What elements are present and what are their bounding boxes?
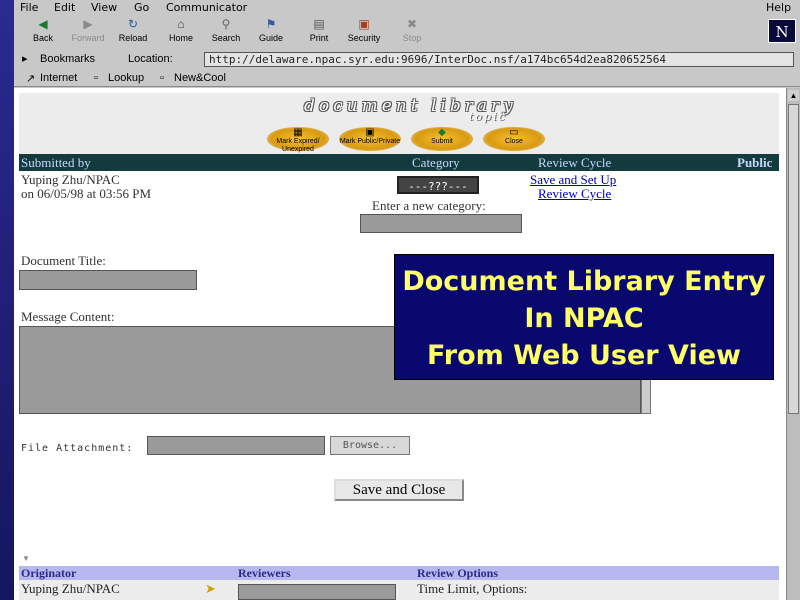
page-scrollbar[interactable]: ▲: [786, 88, 800, 600]
home-button[interactable]: ⌂ Home: [159, 17, 203, 49]
submit-button[interactable]: ◆ Submit: [411, 127, 473, 151]
reload-button[interactable]: ↻ Reload: [111, 17, 155, 49]
submit-icon: ◆: [438, 127, 446, 138]
menu-edit[interactable]: Edit: [54, 1, 75, 14]
close-icon: ▭: [509, 127, 519, 138]
forward-arrow-icon: ▶: [83, 17, 93, 31]
review-cycle-header: Review Cycle: [538, 155, 612, 170]
review-options-header: Review Options: [417, 566, 498, 580]
navigation-toolbar: ◀ Back ▶ Forward ↻ Reload ⌂ Home ⚲ Searc…: [14, 15, 800, 50]
review-options-value: Time Limit, Options:: [417, 581, 528, 596]
slide-caption-box: Document Library Entry In NPAC From Web …: [394, 254, 774, 380]
personal-toolbar: ↗ Internet ▫ Lookup ▫ New&Cool: [14, 69, 800, 87]
pointer-icon: ➤: [205, 581, 216, 596]
forward-button[interactable]: ▶ Forward: [66, 17, 110, 49]
close-button[interactable]: ▭ Close: [483, 127, 545, 151]
reload-label: Reload: [118, 33, 148, 43]
review-header-row: Originator Reviewers Review Options: [19, 566, 779, 580]
guide-label: Guide: [258, 33, 284, 43]
close-label: Close: [505, 138, 523, 145]
menu-file[interactable]: File: [20, 1, 38, 14]
location-bar: ▸ Bookmarks Location: http://delaware.np…: [14, 50, 800, 69]
lock-icon: ▣: [358, 17, 370, 31]
internet-link-icon: ↗: [26, 73, 36, 85]
back-arrow-icon: ◀: [38, 17, 48, 31]
category-select[interactable]: ---???---: [397, 176, 479, 194]
personal-item-internet[interactable]: Internet: [40, 72, 77, 84]
search-icon: ⚲: [221, 17, 231, 31]
search-button[interactable]: ⚲ Search: [204, 17, 248, 49]
security-label: Security: [347, 33, 381, 43]
public-header: Public: [737, 155, 773, 170]
caption-line-1: Document Library Entry: [402, 266, 766, 297]
personal-item-lookup[interactable]: Lookup: [108, 72, 144, 84]
originator-value: Yuping Zhu/NPAC: [21, 581, 120, 596]
menu-view[interactable]: View: [91, 1, 117, 14]
mark-expired-label: Mark Expired/ Unexpired: [276, 138, 320, 153]
reviewers-header: Reviewers: [238, 566, 291, 580]
stop-button[interactable]: ✖ Stop: [390, 17, 434, 49]
action-bar: ▦ Mark Expired/ Unexpired ▣ Mark Public/…: [19, 125, 779, 154]
message-content-label: Message Content:: [21, 309, 115, 324]
security-button[interactable]: ▣ Security: [342, 17, 386, 49]
submission-header-row: Submitted by Category Review Cycle Publi…: [19, 154, 779, 171]
menu-bar: File Edit View Go Communicator Help: [14, 0, 800, 15]
mark-public-button[interactable]: ▣ Mark Public/Private: [339, 127, 401, 151]
home-label: Home: [168, 33, 193, 43]
menu-go[interactable]: Go: [134, 1, 149, 14]
forward-label: Forward: [71, 33, 105, 43]
reload-icon: ↻: [127, 17, 139, 31]
document-icon: ▦: [293, 127, 303, 138]
stop-label: Stop: [402, 33, 422, 43]
submission-date: on 06/05/98 at 03:56 PM: [21, 186, 152, 201]
guide-button[interactable]: ⚑ Guide: [249, 17, 293, 49]
lock-icon: ▣: [365, 127, 375, 138]
print-button[interactable]: ▤ Print: [297, 17, 341, 49]
originator-header: Originator: [21, 566, 77, 580]
bookmark-icon: ▸: [22, 53, 28, 65]
mark-public-label: Mark Public/Private: [339, 138, 401, 145]
category-header: Category: [412, 155, 460, 170]
personal-item-newcool[interactable]: New&Cool: [174, 72, 226, 84]
back-label: Back: [32, 33, 53, 43]
new-category-label: Enter a new category:: [372, 198, 486, 213]
slide-background: [0, 0, 14, 600]
submit-label: Submit: [431, 138, 453, 145]
menu-help[interactable]: Help: [766, 1, 791, 14]
review-cycle-link[interactable]: Review Cycle: [538, 186, 611, 202]
file-attachment-input[interactable]: [147, 436, 325, 455]
location-label: Location:: [128, 53, 173, 65]
browse-button[interactable]: Browse...: [330, 436, 410, 455]
stop-icon: ✖: [406, 17, 418, 31]
save-and-close-button[interactable]: Save and Close: [334, 479, 464, 501]
bookmarks-button[interactable]: Bookmarks: [40, 53, 95, 65]
banner-subtitle: topic: [469, 110, 507, 123]
scrollbar-thumb[interactable]: [788, 104, 799, 414]
caption-line-2: In NPAC: [524, 303, 644, 334]
guide-icon: ⚑: [265, 17, 277, 31]
netscape-logo-icon[interactable]: N: [768, 19, 796, 43]
document-library-banner: document library topic: [19, 93, 779, 125]
submitted-by-header: Submitted by: [21, 155, 91, 170]
document-title-label: Document Title:: [21, 253, 106, 268]
print-label: Print: [309, 33, 329, 43]
search-label: Search: [211, 33, 241, 43]
document-title-input[interactable]: [19, 270, 197, 290]
caption-line-3: From Web User View: [427, 340, 741, 371]
new-category-input[interactable]: [360, 214, 522, 233]
reviewers-input[interactable]: [238, 584, 396, 600]
newcool-link-icon: ▫: [160, 72, 164, 84]
collapse-arrow-icon[interactable]: ▼: [22, 554, 30, 563]
print-icon: ▤: [313, 17, 325, 31]
scroll-up-arrow-icon[interactable]: ▲: [788, 90, 799, 101]
file-attachment-label: File Attachment:: [21, 443, 134, 454]
menu-communicator[interactable]: Communicator: [166, 1, 247, 14]
lookup-link-icon: ▫: [94, 72, 98, 84]
home-icon: ⌂: [177, 17, 185, 31]
mark-expired-button[interactable]: ▦ Mark Expired/ Unexpired: [267, 127, 329, 153]
review-row: Yuping Zhu/NPAC ➤ Time Limit, Options:: [19, 580, 779, 600]
url-field[interactable]: http://delaware.npac.syr.edu:9696/InterD…: [204, 52, 794, 67]
back-button[interactable]: ◀ Back: [21, 17, 65, 49]
